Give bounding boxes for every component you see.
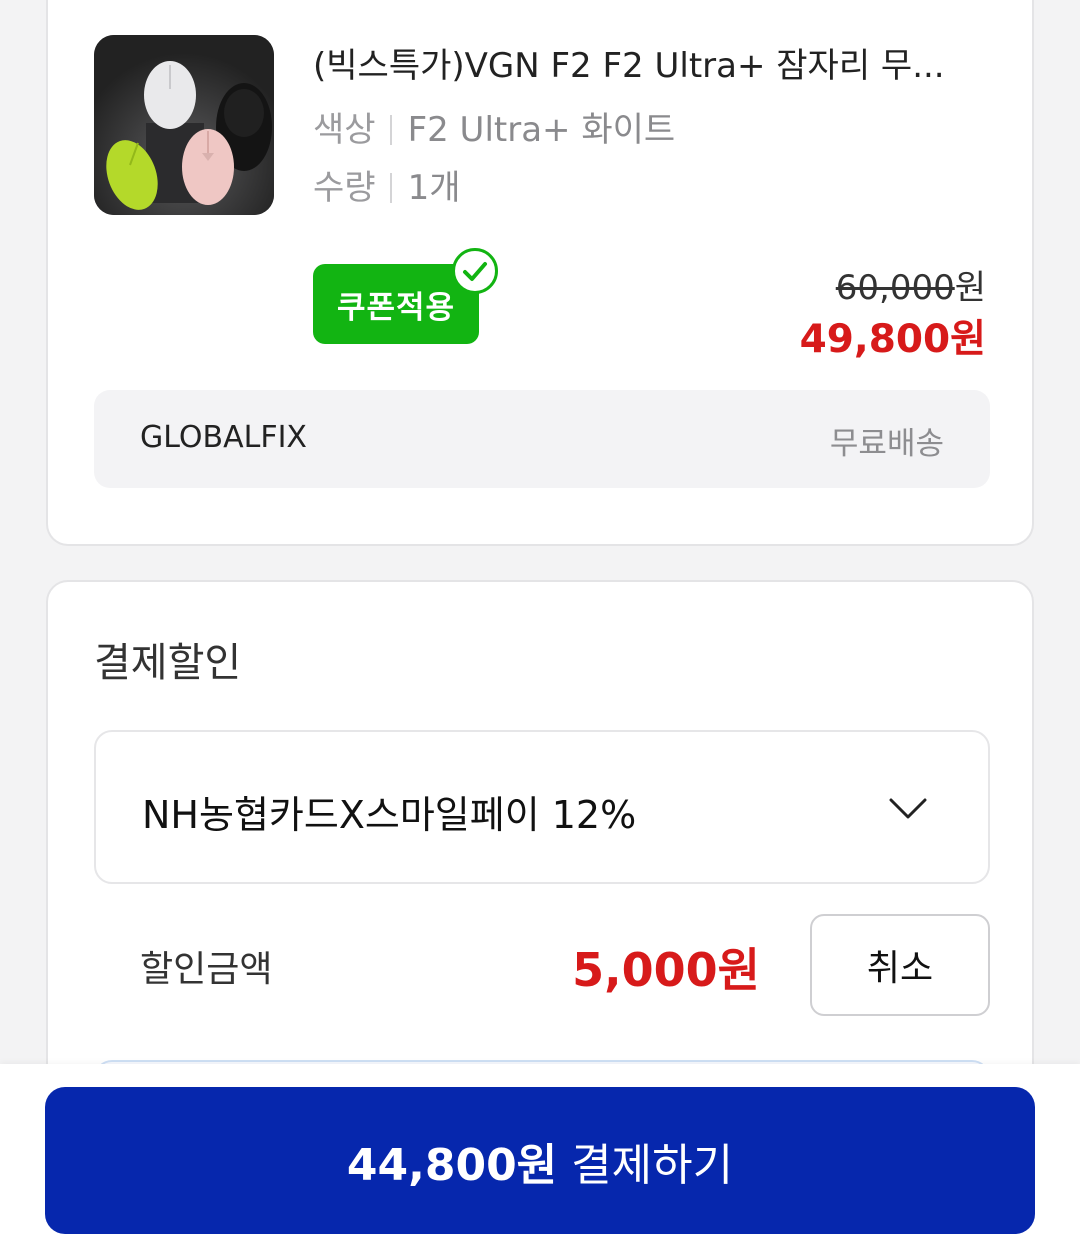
product-title[interactable]: (빅스특가)VGN F2 F2 Ultra+ 잠자리 무...: [313, 38, 993, 87]
original-price: 60,000원: [836, 260, 986, 309]
sale-price: 49,800원: [799, 317, 986, 362]
mouse-image-icon: [94, 35, 274, 215]
option-qty-key: 수량: [313, 168, 376, 208]
pay-label: 결제하기: [571, 1139, 734, 1191]
cancel-button[interactable]: 취소: [810, 914, 990, 1016]
product-card: (빅스특가)VGN F2 F2 Ultra+ 잠자리 무... 색상 F2 Ult…: [46, 0, 1034, 546]
original-price-value: 60,000: [835, 268, 955, 308]
option-color-value: F2 Ultra+ 화이트: [407, 110, 676, 150]
discount-amount-value: 5,000원: [572, 943, 760, 997]
option-separator: [389, 115, 392, 145]
pay-amount: 44,800원: [346, 1139, 558, 1191]
selected-discount-option: NH농협카드X스마일페이 12%: [142, 793, 637, 837]
original-price-unit: 원: [954, 268, 986, 308]
payment-footer: 44,800원 결제하기: [0, 1064, 1080, 1254]
option-qty-value: 1개: [407, 168, 461, 208]
option-color-key: 색상: [313, 110, 376, 150]
check-icon: [452, 248, 498, 294]
chevron-down-icon: [889, 798, 927, 819]
product-thumbnail[interactable]: [94, 35, 274, 215]
pay-button[interactable]: 44,800원 결제하기: [45, 1087, 1035, 1234]
discount-amount-label: 할인금액: [140, 949, 273, 990]
option-separator: [389, 173, 392, 203]
seller-shipping-box: GLOBALFIX 무료배송: [94, 390, 990, 488]
option-color: 색상 F2 Ultra+ 화이트: [313, 102, 675, 151]
seller-name[interactable]: GLOBALFIX: [140, 420, 307, 455]
section-title: 결제할인: [94, 640, 242, 686]
option-quantity: 수량 1개: [313, 160, 460, 209]
shipping-fee: 무료배송: [829, 426, 944, 462]
card-discount-select[interactable]: NH농협카드X스마일페이 12%: [94, 730, 990, 884]
